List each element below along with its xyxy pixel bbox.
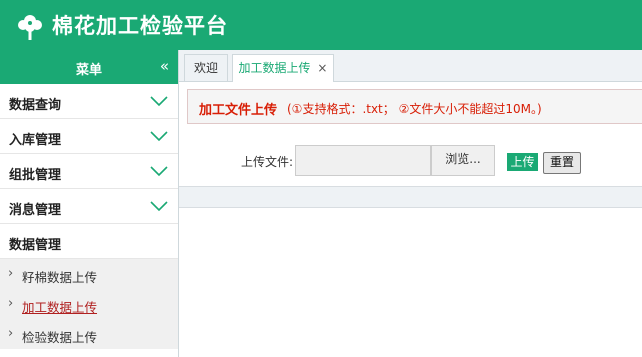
menu-header: 菜单 « (0, 50, 178, 84)
tab-label: 欢迎 (193, 61, 218, 75)
chevron-down-icon (150, 166, 168, 177)
chevron-right-icon: › (8, 266, 14, 281)
double-chevron-left-icon[interactable]: « (160, 57, 169, 75)
chevron-right-icon: › (8, 326, 14, 341)
tab-label: 加工数据上传 (238, 61, 311, 75)
cotton-leaf-icon (18, 15, 42, 40)
app-title: 棉花加工检验平台 (52, 14, 228, 38)
sidebar-item-messages[interactable]: 消息管理 (0, 189, 178, 224)
chevron-down-icon (150, 201, 168, 212)
upload-notice: 加工文件上传 (①支持格式：.txt； ②文件大小不能超过10M。) (187, 89, 642, 124)
file-field-label: 上传文件: (241, 155, 294, 169)
sidebar-item-label: 消息管理 (9, 203, 62, 218)
app-header: 棉花加工检验平台 (0, 0, 642, 50)
chevron-down-icon (150, 96, 168, 107)
upload-form: 上传文件: 浏览... 上传 重置 (179, 131, 642, 187)
sidebar-item-label: 数据管理 (9, 238, 62, 253)
sidebar-item-label: 入库管理 (9, 133, 62, 148)
menu-title: 菜单 (75, 63, 102, 78)
sidebar-subitem-label: 加工数据上传 (22, 300, 98, 315)
reset-button[interactable]: 重置 (543, 152, 581, 174)
sidebar-item-batch[interactable]: 组批管理 (0, 154, 178, 189)
sidebar-item-data-management[interactable]: 数据管理 (0, 224, 178, 259)
sidebar-item-inbound[interactable]: 入库管理 (0, 119, 178, 154)
tab-welcome[interactable]: 欢迎 (184, 54, 228, 81)
notice-title: 加工文件上传 (199, 103, 278, 118)
file-path-input[interactable] (295, 145, 431, 176)
sidebar-item-label: 数据查询 (9, 98, 62, 113)
tab-processing-upload[interactable]: 加工数据上传 × (232, 54, 334, 82)
chevron-right-icon: › (8, 296, 14, 311)
sidebar-subitem-processing-upload[interactable]: › 加工数据上传 (0, 289, 178, 319)
upload-button[interactable]: 上传 (507, 153, 538, 171)
content-toolbar-strip (179, 187, 642, 208)
sidebar-item-data-query[interactable]: 数据查询 (0, 84, 178, 119)
close-icon[interactable]: × (317, 61, 327, 75)
sidebar: 菜单 « 数据查询 入库管理 组批管理 消息管理 数据管理 › 籽棉数据上传 ›… (0, 50, 179, 357)
sidebar-subitem-inspection-upload[interactable]: › 检验数据上传 (0, 319, 178, 349)
sidebar-subitem-label: 检验数据上传 (22, 330, 98, 345)
chevron-down-icon (150, 131, 168, 142)
sidebar-subitem-seed-cotton-upload[interactable]: › 籽棉数据上传 (0, 259, 178, 289)
browse-button[interactable]: 浏览... (431, 145, 495, 176)
sidebar-item-label: 组批管理 (9, 168, 62, 183)
tab-bar: 欢迎 加工数据上传 × (179, 50, 642, 82)
submenu-data-management: › 籽棉数据上传 › 加工数据上传 › 检验数据上传 (0, 259, 178, 349)
sidebar-subitem-label: 籽棉数据上传 (22, 270, 98, 285)
notice-description: (①支持格式：.txt； ②文件大小不能超过10M。) (287, 102, 542, 116)
